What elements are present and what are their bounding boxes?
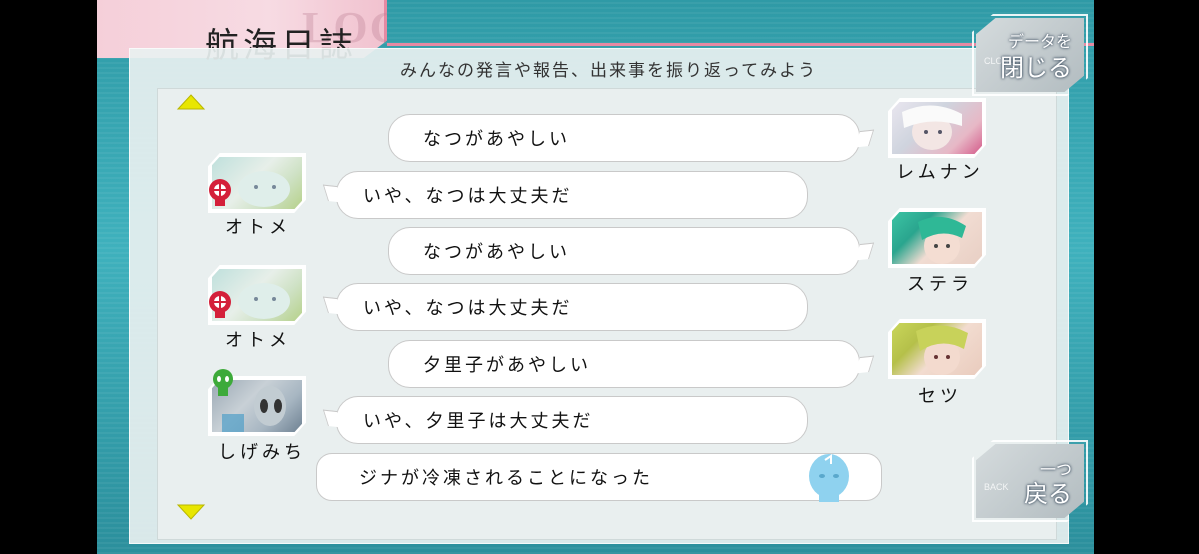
log-bubble: いや、夕里子は大丈夫だ (336, 396, 808, 444)
back-label-line2: 戻る (1024, 480, 1072, 508)
scroll-down-button[interactable] (176, 503, 206, 521)
frozen-head-icon (809, 454, 849, 502)
triangle-down-icon (176, 504, 206, 520)
event-bubble: ジナが冷凍されることになった (316, 453, 882, 502)
triangle-up-icon (176, 94, 206, 110)
portrait-setsu (890, 321, 984, 377)
log-text: いや、なつは大丈夫だ (363, 298, 573, 319)
red-skull-badge-icon (207, 290, 233, 320)
green-alien-badge-icon (210, 368, 236, 398)
close-data-label-line2: 閉じる (1000, 54, 1072, 82)
log-text: いや、夕里子は大丈夫だ (363, 411, 594, 432)
log-bubble: なつがあやしい (388, 227, 860, 275)
character-face-icon (902, 105, 962, 150)
portrait-remnan (890, 100, 984, 156)
log-text: 夕里子があやしい (423, 355, 591, 376)
log-bubble: いや、なつは大丈夫だ (336, 283, 808, 331)
red-skull-badge-icon (207, 178, 233, 208)
character-face-icon (918, 216, 966, 264)
speaker-name: レムナン (896, 162, 984, 183)
speaker-name: ステラ (907, 274, 973, 295)
log-bubble: いや、なつは大丈夫だ (336, 171, 808, 219)
portrait-stella (890, 210, 984, 266)
log-bubble: 夕里子があやしい (388, 340, 860, 388)
log-bubble: なつがあやしい (388, 114, 860, 162)
subtitle: みんなの発言や報告、出来事を振り返ってみよう (400, 61, 818, 81)
scroll-up-button[interactable] (176, 93, 206, 111)
close-data-button[interactable]: CLOSE データを 閉じる (972, 14, 1088, 96)
character-face-icon (916, 325, 968, 375)
button-caption-small: BACK (984, 482, 1009, 492)
log-text: なつがあやしい (423, 129, 570, 150)
event-text: ジナが冷凍されることになった (359, 468, 653, 489)
log-text: なつがあやしい (423, 242, 570, 263)
speaker-name: しげみち (218, 442, 306, 463)
speaker-name: オトメ (225, 330, 291, 351)
speaker-name: セツ (918, 386, 962, 407)
log-text: いや、なつは大丈夫だ (363, 186, 573, 207)
speaker-name: オトメ (225, 217, 291, 238)
back-button[interactable]: BACK 一つ 戻る (972, 440, 1088, 522)
